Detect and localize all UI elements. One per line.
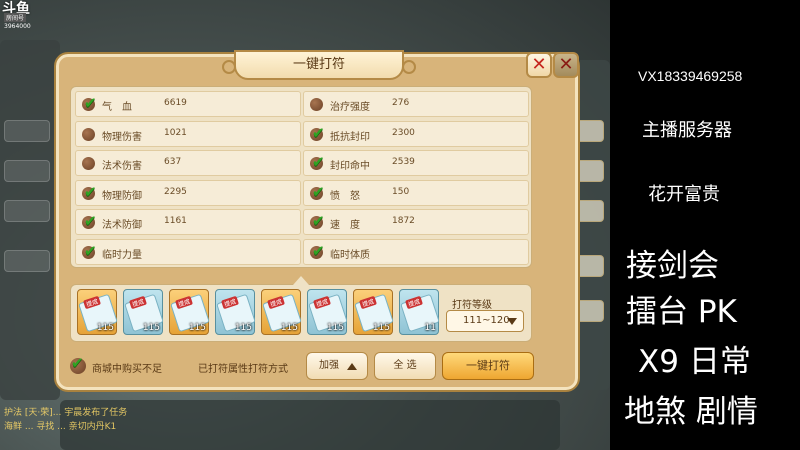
- attribute-value: 1021: [164, 127, 187, 138]
- talisman-item[interactable]: 提成 115: [307, 289, 348, 335]
- talisman-level: 11: [424, 323, 436, 333]
- attribute-name: 法术防御: [102, 220, 142, 231]
- dialog-title: 一键打符: [222, 50, 416, 80]
- chat-log: 护法 [天·荣]... 宇晨发布了任务 海鲜 ... 寻找 ... 亲切内丹K1: [4, 406, 224, 446]
- check-icon: ✔: [312, 212, 325, 230]
- activity-line: 接剑会: [626, 248, 719, 284]
- side-menu-item[interactable]: [4, 160, 50, 182]
- attribute-name: 抵抗封印: [330, 131, 370, 143]
- stream-room-label: 房间号: [4, 13, 27, 22]
- check-icon: ✔: [84, 212, 97, 230]
- attribute-checkbox[interactable]: [82, 157, 95, 170]
- attribute-value: 2295: [164, 186, 187, 197]
- talisman-level: 115: [280, 323, 298, 333]
- enhance-label: 加强: [319, 360, 339, 371]
- talisman-level: 115: [234, 323, 252, 333]
- select-all-button[interactable]: 全 选: [374, 352, 436, 380]
- attribute-value: 2539: [392, 157, 415, 167]
- talisman-dialog: 一键打符 ✕ ✕ ✔ 气 血 6619 物理伤害 1021 法术伤害 637 ✔ 物理防御 229…: [54, 50, 580, 392]
- activity-line: 地煞 剧情: [624, 394, 758, 430]
- check-icon: ✔: [84, 94, 97, 112]
- attribute-name: 治疗强度: [330, 102, 370, 113]
- game-screen: 斗鱼 房间号 3964000 护法 [天·荣]... 宇晨发布了任务 海鲜 ..…: [0, 0, 610, 450]
- activity-line: X9 日常: [638, 344, 751, 380]
- attribute-row[interactable]: ✔ 抵抗封印 2300: [303, 120, 529, 147]
- attribute-row[interactable]: 物理伤害 1021: [75, 120, 301, 147]
- chevron-up-icon: [347, 363, 357, 370]
- server-name: 花开富贵: [648, 184, 720, 205]
- chat-line: 护法 [天·荣]... 宇晨发布了任务: [4, 408, 128, 418]
- attribute-name: 物理防御: [102, 190, 142, 202]
- server-text: 主播服务器: [642, 120, 732, 141]
- attribute-row[interactable]: ✔ 临时体质: [303, 238, 529, 265]
- check-icon: ✔: [71, 354, 84, 372]
- attribute-value: 1161: [164, 216, 187, 226]
- attribute-row[interactable]: 治疗强度 276: [303, 91, 529, 117]
- check-icon: ✔: [312, 182, 325, 201]
- side-menu-item[interactable]: [4, 120, 50, 142]
- talisman-item[interactable]: 提成 115: [215, 289, 256, 335]
- attribute-row[interactable]: ✔ 愤 怒 150: [303, 179, 529, 206]
- buy-shortage-label: 商城中购买不足: [92, 364, 162, 375]
- close-button[interactable]: ✕: [526, 52, 552, 78]
- attribute-name: 速 度: [330, 220, 360, 231]
- attribute-checkbox[interactable]: [310, 98, 323, 111]
- check-icon: ✔: [312, 123, 325, 142]
- check-icon: ✔: [84, 182, 97, 201]
- check-icon: ✔: [312, 153, 325, 171]
- talisman-level: 115: [372, 323, 390, 333]
- method-label: 已打符属性打符方式: [198, 364, 288, 375]
- contact-text: VX18339469258: [638, 68, 743, 84]
- stream-room-number: 3964000: [4, 23, 31, 30]
- check-icon: ✔: [84, 241, 97, 260]
- activity-line: 擂台 PK: [626, 294, 737, 330]
- talisman-level: 115: [142, 323, 160, 333]
- talisman-item[interactable]: 提成 115: [261, 289, 302, 335]
- close-icon[interactable]: ✕: [553, 52, 579, 78]
- talisman-item[interactable]: 提成 115: [169, 289, 210, 335]
- attribute-row[interactable]: ✔ 临时力量: [75, 238, 301, 265]
- stream-logo: 斗鱼 房间号 3964000: [2, 0, 36, 34]
- talisman-level: 115: [96, 323, 114, 333]
- attribute-panel: ✔ 气 血 6619 物理伤害 1021 法术伤害 637 ✔ 物理防御 2295 ✔ 法术防御 116…: [70, 86, 532, 268]
- attribute-value: 6619: [164, 98, 187, 108]
- attribute-name: 愤 怒: [330, 190, 360, 202]
- attribute-name: 物理伤害: [102, 131, 142, 143]
- buy-shortage-checkbox[interactable]: ✔: [70, 354, 86, 374]
- talisman-item[interactable]: 提成 115: [123, 289, 164, 335]
- attribute-row[interactable]: ✔ 封印命中 2539: [303, 150, 529, 176]
- streamer-overlay: VX18339469258 主播服务器 花开富贵 接剑会 擂台 PK X9 日常…: [610, 0, 800, 450]
- attribute-value: 637: [164, 157, 182, 167]
- attribute-row[interactable]: ✔ 法术防御 1161: [75, 209, 301, 235]
- talisman-level: 115: [188, 323, 206, 333]
- attribute-value: 276: [392, 98, 410, 108]
- chevron-down-icon: [507, 318, 517, 325]
- attribute-row[interactable]: ✔ 物理防御 2295: [75, 179, 301, 206]
- check-icon: ✔: [312, 241, 325, 260]
- chat-line: 海鲜 ... 寻找 ... 亲切内丹K1: [4, 422, 117, 432]
- side-menu-item[interactable]: [4, 250, 50, 272]
- attribute-name: 临时力量: [102, 249, 142, 261]
- attribute-row[interactable]: 法术伤害 637: [75, 150, 301, 176]
- side-menu-item[interactable]: [4, 200, 50, 222]
- attribute-name: 封印命中: [330, 161, 370, 172]
- attribute-value: 150: [392, 186, 410, 197]
- attribute-name: 临时体质: [330, 249, 370, 261]
- attribute-value: 1872: [392, 216, 415, 226]
- attribute-checkbox[interactable]: [82, 127, 95, 141]
- level-select[interactable]: 111~120: [446, 310, 524, 332]
- attribute-name: 法术伤害: [102, 161, 142, 172]
- attribute-row[interactable]: ✔ 速 度 1872: [303, 209, 529, 235]
- talisman-item[interactable]: 提成 115: [353, 289, 394, 335]
- level-label: 打符等级: [452, 300, 492, 311]
- talisman-item[interactable]: 提成 11: [399, 289, 440, 335]
- level-value: 111~120: [463, 315, 510, 326]
- talisman-item[interactable]: 提成 115: [77, 289, 118, 335]
- enhance-dropdown[interactable]: 加强: [306, 352, 368, 380]
- talisman-level: 115: [326, 323, 344, 333]
- one-click-talisman-button[interactable]: 一键打符: [442, 352, 534, 380]
- attribute-value: 2300: [392, 127, 415, 138]
- attribute-row[interactable]: ✔ 气 血 6619: [75, 91, 301, 117]
- attribute-name: 气 血: [102, 102, 132, 113]
